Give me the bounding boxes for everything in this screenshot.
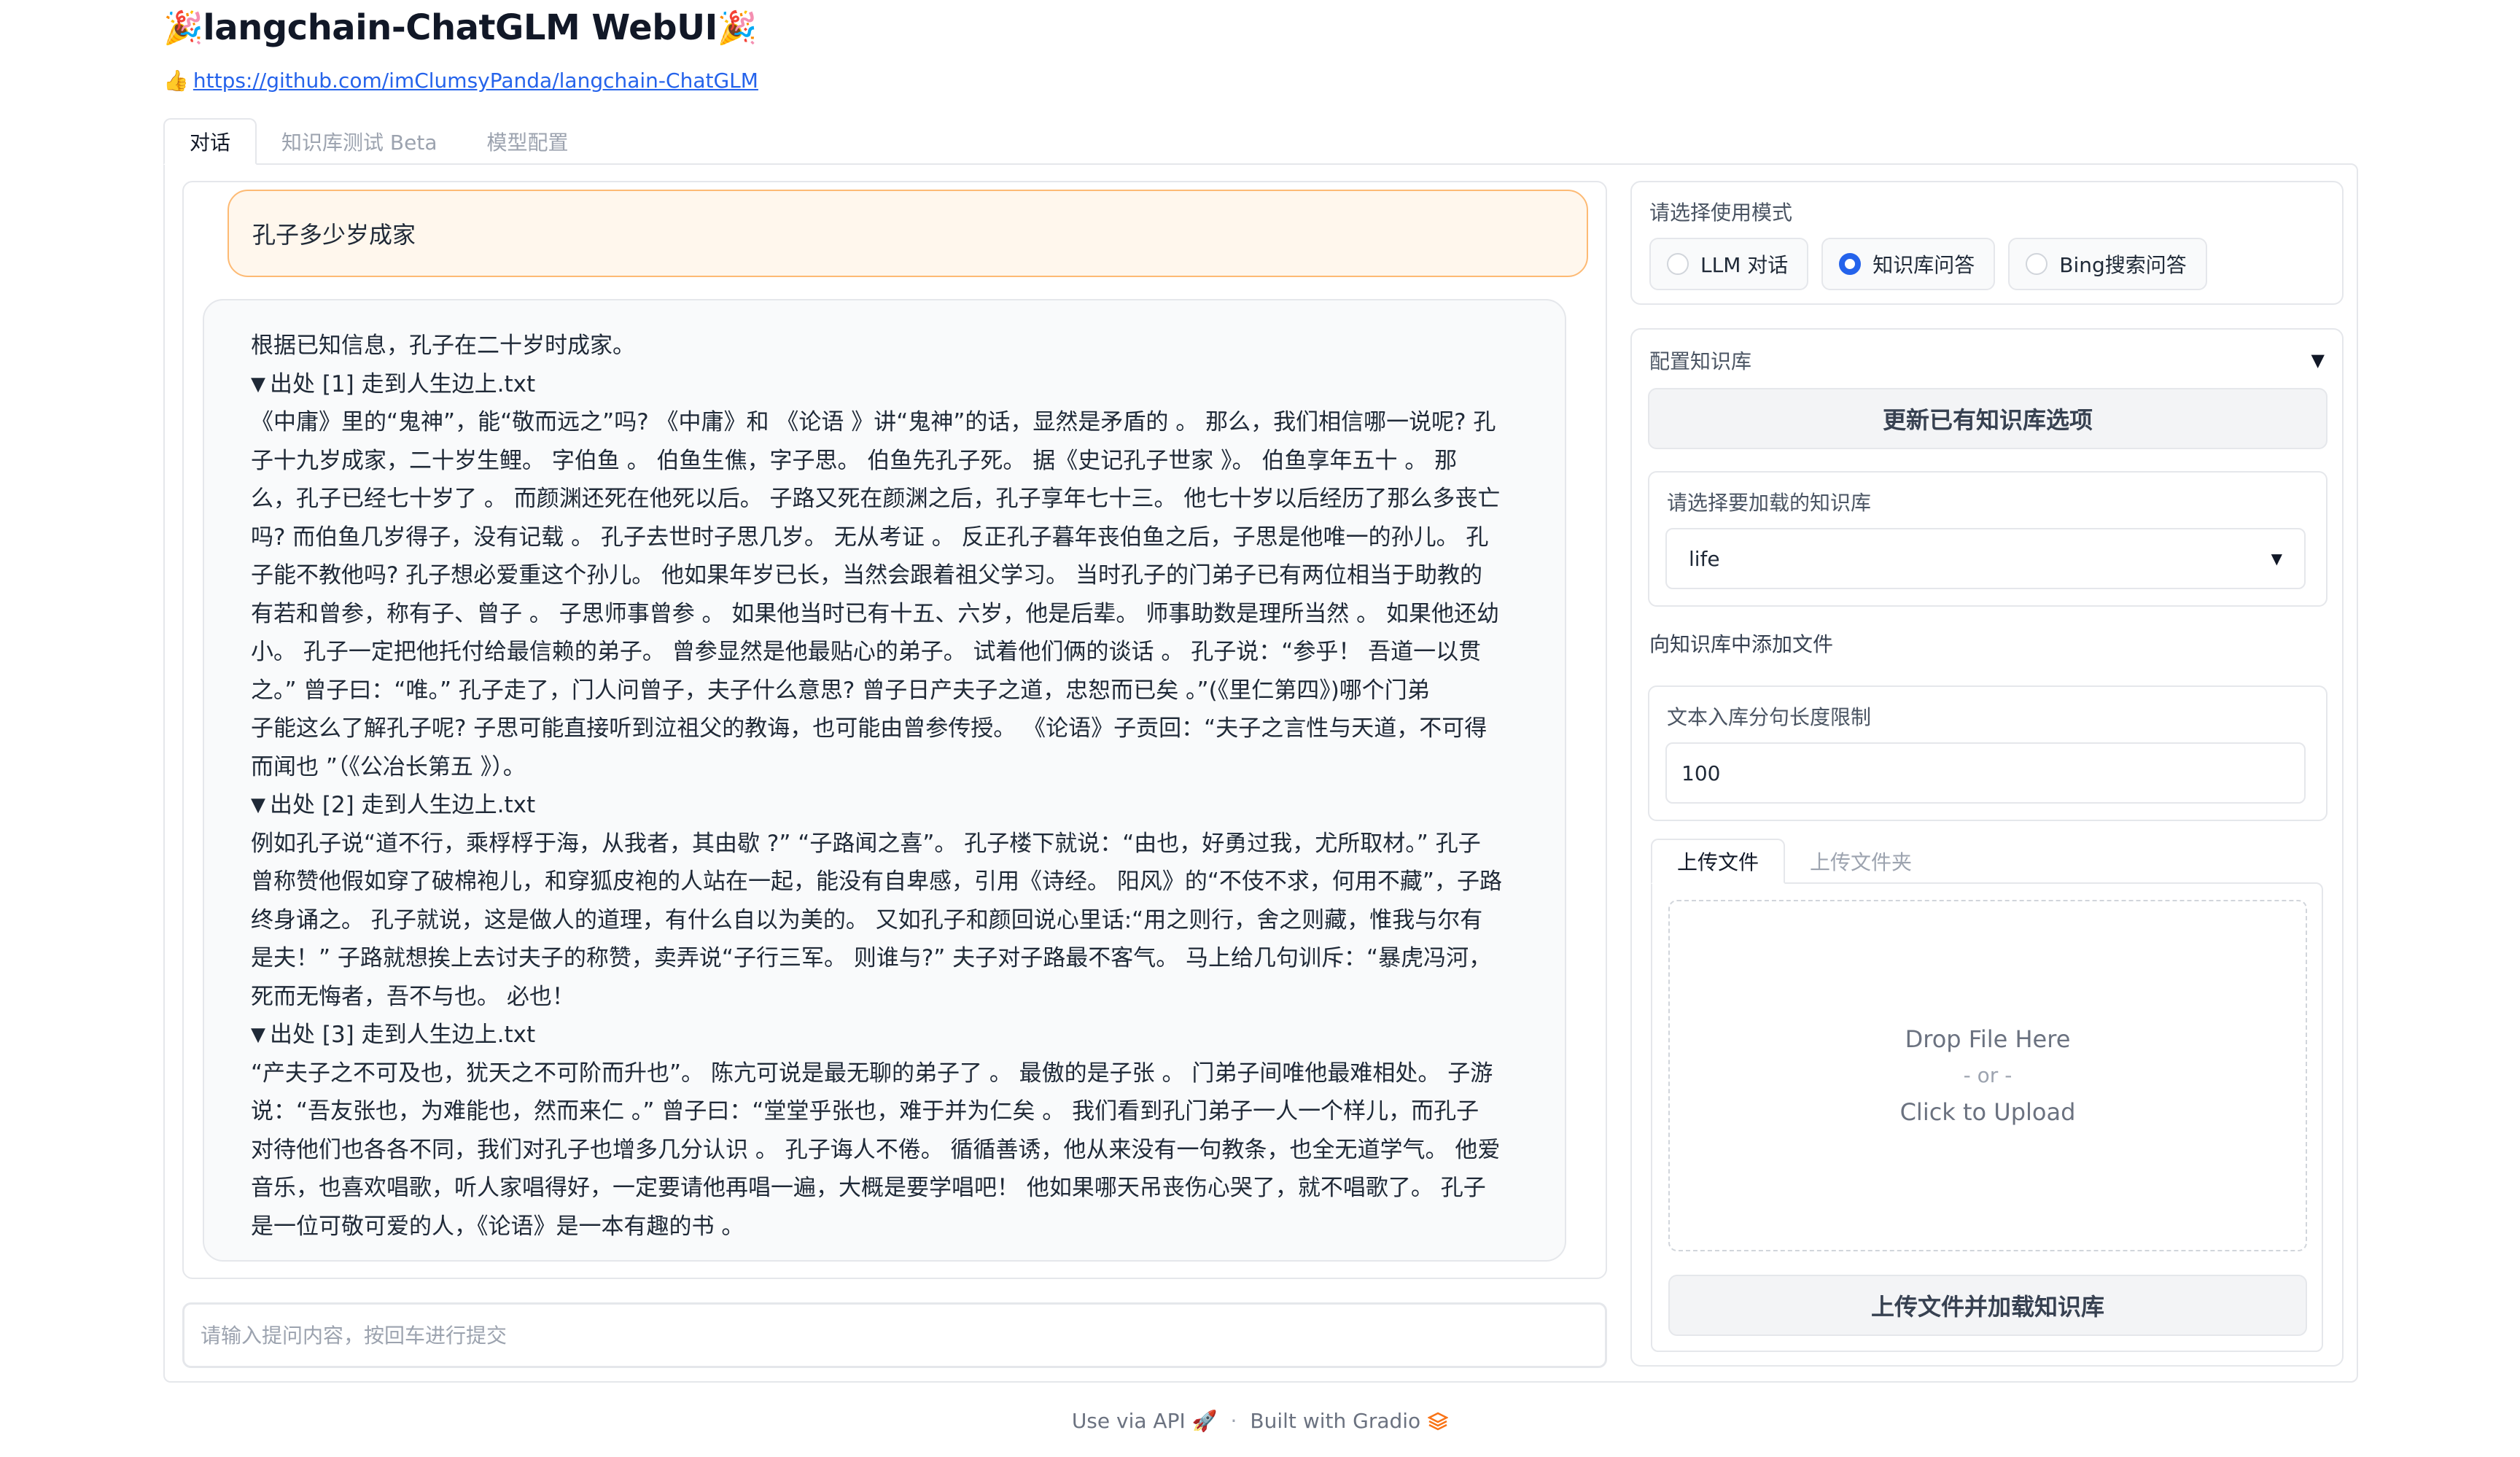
tab-model-config[interactable]: 模型配置 bbox=[462, 118, 594, 165]
source-line: 《中庸》里的“鬼神”，能“敬而远之”吗? 《中庸》和 《论语 》讲“鬼神”的话，… bbox=[251, 409, 1496, 435]
sentence-limit-block: 文本入库分句长度限制 bbox=[1648, 685, 2328, 821]
source-line: 曾称赞他假如穿了破棉袍儿，和穿狐皮袍的人站在一起，能没有自卑感，引用《诗经。 阳… bbox=[251, 869, 1502, 895]
mode-option-kb-qa[interactable]: 知识库问答 bbox=[1821, 238, 1996, 290]
party-popper-icon: 🎉 bbox=[163, 9, 203, 47]
add-files-label: 向知识库中添加文件 bbox=[1649, 632, 1834, 656]
question-input[interactable] bbox=[182, 1302, 1607, 1368]
source-toggle[interactable]: ▼ 出处 [2] 走到人生边上.txt bbox=[251, 786, 1540, 825]
upload-tabs: 上传文件 上传文件夹 bbox=[1651, 839, 1937, 884]
app-title: 🎉 langchain-ChatGLM WebUI 🎉 bbox=[163, 6, 758, 50]
mode-option-label: 知识库问答 bbox=[1872, 253, 1975, 277]
sentence-limit-label: 文本入库分句长度限制 bbox=[1667, 705, 1872, 729]
source-line: 是一位可敬可爱的人，《论语》是一本有趣的书 。 bbox=[251, 1213, 744, 1240]
source-title: 出处 [3] 走到人生边上.txt bbox=[270, 1022, 536, 1048]
mode-panel: 请选择使用模式 LLM 对话 知识库问答 Bing搜索问答 bbox=[1630, 181, 2344, 305]
source-line: 之。” 曾子曰：“唯。” 孔子走了，门人问曾子，夫子什么意思? 曾子日产夫子之道… bbox=[251, 677, 1430, 704]
dropdown-arrow-icon: ▼ bbox=[2271, 550, 2282, 567]
disclosure-triangle-icon: ▼ bbox=[251, 373, 265, 395]
file-dropzone[interactable]: Drop File Here - or - Click to Upload bbox=[1668, 900, 2307, 1251]
source-line: “产夫子之不可及也，犹天之不可阶而升也”。 陈亢可说是最无聊的弟子了 。 最傲的… bbox=[251, 1060, 1493, 1087]
main-tabs: 对话 知识库测试 Beta 模型配置 bbox=[163, 118, 594, 165]
built-with-gradio-link[interactable]: Built with Gradio bbox=[1250, 1409, 1449, 1433]
upload-panel: Drop File Here - or - Click to Upload 上传… bbox=[1651, 882, 2323, 1352]
mode-option-llm[interactable]: LLM 对话 bbox=[1649, 238, 1809, 290]
source-line: 终身诵之。 孔子就说，这是做人的道理，有什么自以为美的。 又如孔子和颜回说心里话… bbox=[251, 906, 1483, 933]
source-line: 么，孔子已经七十岁了 。 而颜渊还死在他死以后。 子路又死在颜渊之后，孔子享年七… bbox=[251, 486, 1501, 512]
mode-label: 请选择使用模式 bbox=[1649, 201, 1793, 225]
caret-down-icon[interactable]: ▼ bbox=[2311, 350, 2325, 370]
dropzone-line2: - or - bbox=[1963, 1063, 2012, 1087]
source-title: 出处 [1] 走到人生边上.txt bbox=[270, 370, 536, 397]
mode-option-bing[interactable]: Bing搜索问答 bbox=[2008, 238, 2207, 290]
party-popper-icon: 🎉 bbox=[717, 9, 758, 47]
source-line: 吗? 而伯鱼几岁得子，没有记载 。 孔子去世时子思几岁。 无从考证 。 反正孔子… bbox=[251, 524, 1489, 551]
sentence-limit-input[interactable] bbox=[1665, 742, 2306, 804]
dropzone-line1: Drop File Here bbox=[1905, 1025, 2071, 1053]
radio-circle-icon bbox=[2026, 253, 2048, 275]
radio-circle-icon bbox=[1667, 253, 1689, 275]
source-line: 死而无悔者，吾不与也。 必也！ bbox=[251, 983, 575, 1010]
app-title-text: langchain-ChatGLM WebUI bbox=[203, 7, 718, 48]
source-toggle[interactable]: ▼ 出处 [1] 走到人生边上.txt bbox=[251, 365, 1540, 404]
refresh-kb-button[interactable]: 更新已有知识库选项 bbox=[1648, 388, 2328, 449]
tab-chat[interactable]: 对话 bbox=[163, 118, 257, 165]
kb-select-block: 请选择要加载的知识库 life ▼ bbox=[1648, 471, 2328, 607]
source-line: 而闻也 ”（《公冶长第五 》）。 bbox=[251, 753, 526, 780]
bot-message: 根据已知信息，孔子在二十岁时成家。 ▼ 出处 [1] 走到人生边上.txt 《中… bbox=[203, 299, 1566, 1262]
kb-accordion-header[interactable]: 配置知识库 ▼ bbox=[1649, 346, 2325, 375]
mode-radio-group: LLM 对话 知识库问答 Bing搜索问答 bbox=[1649, 238, 2207, 290]
use-via-api-link[interactable]: Use via API 🚀 bbox=[1072, 1409, 1218, 1433]
source-line: 有若和曾参，称有子、曾子 。 子思师事曾参 。 如果他当时已有十五、六岁，他是后… bbox=[251, 600, 1499, 627]
mode-option-label: Bing搜索问答 bbox=[2059, 253, 2187, 277]
source-line: 子能不教他吗? 孔子想必爱重这个孙儿。 他如果年岁已长，当然会跟着祖父学习。 当… bbox=[251, 562, 1483, 588]
chatbot[interactable]: 孔子多少岁成家 根据已知信息，孔子在二十岁时成家。 ▼ 出处 [1] 走到人生边… bbox=[182, 181, 1607, 1279]
repo-link[interactable]: https://github.com/imClumsyPanda/langcha… bbox=[193, 69, 758, 93]
source-toggle[interactable]: ▼ 出处 [3] 走到人生边上.txt bbox=[251, 1016, 1540, 1054]
disclosure-triangle-icon: ▼ bbox=[251, 1024, 265, 1046]
radio-selected-icon bbox=[1839, 253, 1862, 275]
footer-separator: · bbox=[1230, 1409, 1237, 1433]
bot-answer: 根据已知信息，孔子在二十岁时成家。 bbox=[251, 333, 635, 359]
upload-and-load-button[interactable]: 上传文件并加载知识库 bbox=[1668, 1275, 2307, 1336]
source-line: 小。 孔子一定把他托付给最信赖的弟子。 曾参显然是他最贴心的弟子。 试着他们俩的… bbox=[251, 639, 1482, 665]
tab-kb-test[interactable]: 知识库测试 Beta bbox=[257, 118, 462, 165]
source-line: 子能这么了解孔子呢? 子思可能直接听到泣祖父的教诲，也可能由曾参传授。 《论语》… bbox=[251, 715, 1488, 742]
disclosure-triangle-icon: ▼ bbox=[251, 794, 265, 816]
source-line: 是夫！” 子路就想挨上去讨夫子的称赞，卖弄说“子行三军。 则谁与?” 夫子对子路… bbox=[251, 945, 1492, 971]
dropzone-line3: Click to Upload bbox=[1899, 1098, 2076, 1126]
source-line: 对待他们也各各不同，我们对孔子也增多几分认识 。 孔子诲人不倦。 循循善诱，他从… bbox=[251, 1136, 1501, 1163]
thumbs-up-icon: 👍 bbox=[163, 69, 189, 93]
footer: Use via API 🚀 · Built with Gradio bbox=[0, 1409, 2520, 1433]
repo-line: 👍 https://github.com/imClumsyPanda/langc… bbox=[163, 69, 758, 93]
kb-select-dropdown[interactable]: life ▼ bbox=[1665, 528, 2306, 589]
source-line: 例如孔子说“道不行，乘桴桴于海，从我者，其由歇 ?” “子路闻之喜”。 孔子楼下… bbox=[251, 830, 1481, 857]
source-title: 出处 [2] 走到人生边上.txt bbox=[270, 792, 536, 818]
tab-upload-file[interactable]: 上传文件 bbox=[1651, 839, 1786, 884]
kb-select-label: 请选择要加载的知识库 bbox=[1667, 491, 1872, 515]
source-line: 音乐，也喜欢唱歌，听人家唱得好，一定要请他再唱一遍，大概是要学唱吧！ 他如果哪天… bbox=[251, 1175, 1486, 1201]
mode-option-label: LLM 对话 bbox=[1700, 253, 1789, 277]
gradio-logo-icon bbox=[1428, 1412, 1449, 1430]
source-line: 子十九岁成家，二十岁生鲤。 字伯鱼 。 伯鱼生僬，字子思。 伯鱼先孔子死。 据《… bbox=[251, 447, 1458, 474]
source-line: 说：“吾友张也，为难能也，然而来仁 。” 曾子曰：“堂堂乎张也，难于并为仁矣 。… bbox=[251, 1098, 1479, 1124]
user-message: 孔子多少岁成家 bbox=[228, 190, 1588, 277]
kb-select-value: life bbox=[1689, 546, 1720, 571]
tab-upload-folder[interactable]: 上传文件夹 bbox=[1785, 839, 1937, 884]
kb-accordion-label: 配置知识库 bbox=[1649, 349, 1752, 373]
rocket-icon: 🚀 bbox=[1191, 1409, 1218, 1433]
user-message-text: 孔子多少岁成家 bbox=[252, 221, 416, 249]
